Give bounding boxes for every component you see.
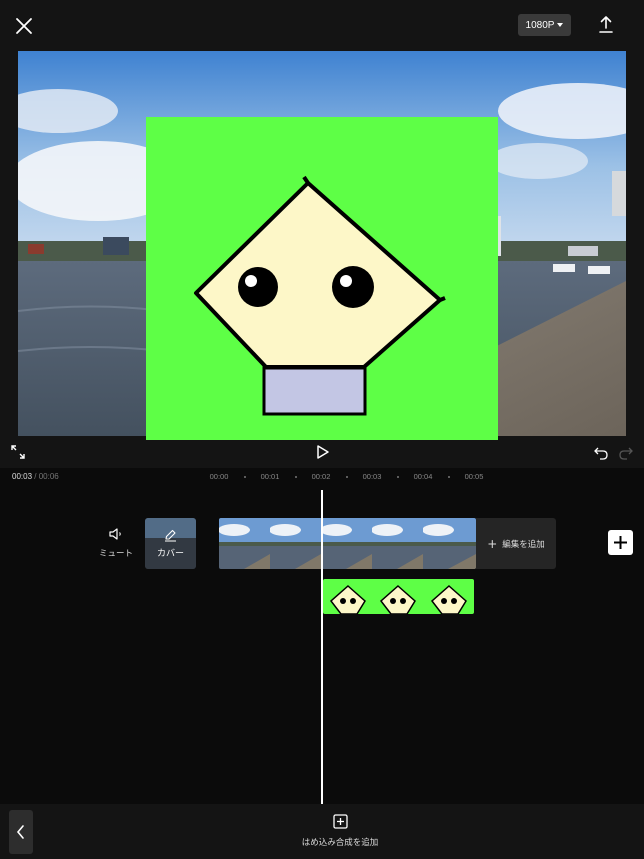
plus-icon: + — [487, 536, 498, 551]
ruler-dot — [397, 476, 399, 478]
ruler-tick: 00:03 — [362, 472, 382, 481]
add-edit-label: 編集を追加 — [502, 539, 545, 550]
cover-thumbnail — [145, 518, 196, 569]
overlay-image[interactable] — [146, 117, 498, 469]
cover-button[interactable]: カバー — [145, 518, 196, 569]
cover-label: カバー — [156, 549, 184, 559]
ruler-dot — [295, 476, 297, 478]
resolution-dropdown[interactable]: 1080P — [518, 14, 571, 36]
speaker-icon — [109, 528, 121, 540]
add-overlay-label: はめ込み合成を追加 — [301, 838, 379, 848]
play-icon[interactable] — [313, 443, 331, 461]
ruler-tick: 00:05 — [464, 472, 484, 481]
top-bar: 1080P — [0, 0, 644, 50]
playback-controls — [0, 440, 644, 468]
clip-frame-thumbnail — [423, 518, 476, 569]
undo-icon[interactable] — [594, 445, 609, 460]
add-overlay-button[interactable]: はめ込み合成を追加 — [290, 814, 390, 854]
chevron-left-icon — [16, 825, 24, 839]
add-clip-button[interactable] — [608, 530, 633, 555]
add-square-icon — [332, 814, 348, 829]
export-icon[interactable] — [595, 14, 617, 36]
bottom-bar: はめ込み合成を追加 — [0, 804, 644, 859]
clip-frame-thumbnail — [270, 518, 321, 569]
ruler-dot — [244, 476, 246, 478]
clip-frame-thumbnail — [219, 518, 270, 569]
redo-icon[interactable] — [618, 445, 633, 460]
caret-down-icon — [557, 23, 564, 27]
resolution-label: 1080P — [525, 19, 555, 31]
mute-toggle[interactable]: ミュート — [98, 526, 134, 559]
fullscreen-icon[interactable] — [11, 445, 25, 459]
ruler-dot — [448, 476, 450, 478]
clip-frame-thumbnail — [372, 518, 423, 569]
ruler-tick: 00:01 — [260, 472, 280, 481]
video-preview-area — [0, 50, 644, 469]
pencil-icon — [165, 529, 176, 542]
mute-label: ミュート — [98, 549, 133, 559]
add-edit-button[interactable]: + 編集を追加 — [476, 518, 556, 569]
character-drawing — [194, 175, 446, 416]
time-ruler[interactable]: 00:00 00:01 00:02 00:03 00:04 00:05 — [0, 472, 644, 484]
ruler-tick: 00:00 — [209, 472, 229, 481]
main-video-clip[interactable] — [219, 518, 476, 569]
ruler-tick: 00:04 — [413, 472, 433, 481]
clip-frame-thumbnail — [321, 518, 372, 569]
ruler-tick: 00:02 — [311, 472, 331, 481]
overlay-clip-thumbnails — [329, 584, 467, 614]
close-icon[interactable] — [12, 14, 36, 38]
back-button[interactable] — [9, 810, 33, 854]
playhead[interactable] — [321, 490, 323, 804]
overlay-clip[interactable] — [323, 579, 474, 614]
ruler-dot — [346, 476, 348, 478]
plus-icon — [614, 536, 627, 549]
